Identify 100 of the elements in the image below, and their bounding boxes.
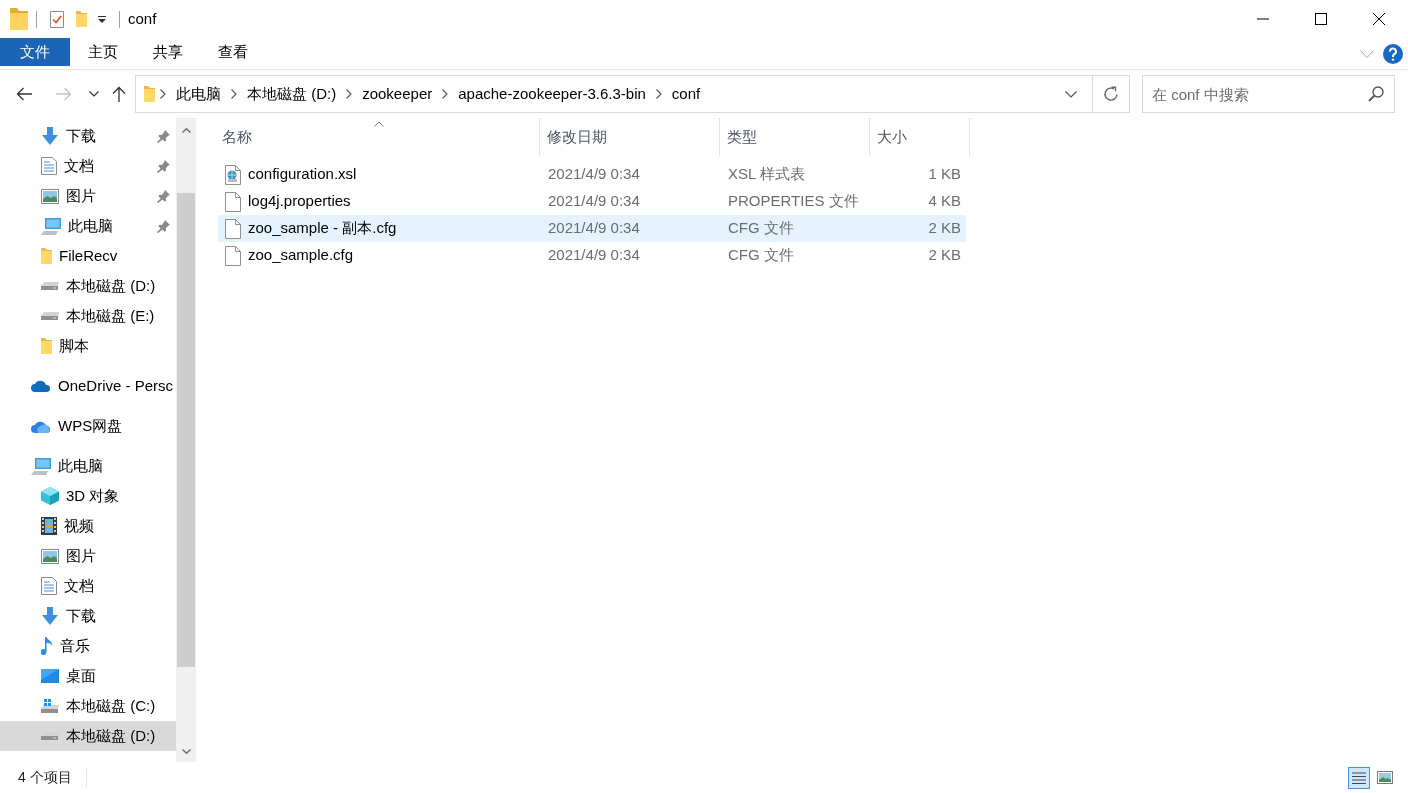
download-arrow-icon [41, 607, 59, 625]
file-type: CFG 文件 [727, 218, 795, 239]
address-bar[interactable]: 此电脑 本地磁盘 (D:) zookeeper apache-zookeeper-3.6.3-bin conf [135, 75, 1092, 113]
file-row[interactable]: configuration.xsl 2021/4/9 0:34 XSL 样式表 1 KB [218, 161, 966, 188]
breadcrumb-item[interactable]: apache-zookeeper-3.6.3-bin [453, 80, 651, 108]
nav-item[interactable]: 下载 [0, 601, 176, 631]
maximize-icon [1315, 13, 1327, 25]
nav-item[interactable]: WPS网盘 [0, 411, 176, 441]
breadcrumb-item[interactable]: conf [666, 80, 706, 108]
globe-document-icon [225, 164, 241, 185]
chevron-right-icon[interactable] [160, 89, 166, 99]
item-count: 4 个项目 [18, 768, 72, 787]
ribbon-tab[interactable]: 主页 [70, 38, 135, 66]
back-arrow-icon[interactable] [16, 87, 32, 101]
nav-item[interactable]: 桌面 [0, 661, 176, 691]
file-type: XSL 样式表 [727, 164, 806, 185]
picture-icon [41, 548, 59, 564]
chevron-down-icon[interactable] [1065, 90, 1077, 98]
file-icon [225, 191, 241, 212]
ribbon-tab[interactable]: 查看 [200, 38, 265, 66]
windows-drive-icon [41, 699, 59, 713]
large-icons-icon [1377, 771, 1393, 784]
file-menu-button[interactable]: 文件 [0, 38, 70, 66]
search-icon[interactable] [1368, 86, 1384, 102]
details-view-button[interactable] [1348, 766, 1370, 789]
download-arrow-icon [41, 127, 59, 145]
chevron-down-icon[interactable] [181, 748, 191, 754]
nav-item[interactable]: 本地磁盘 (D:) [0, 721, 176, 751]
nav-item[interactable]: 3D 对象 [0, 481, 176, 511]
file-row[interactable]: log4j.properties 2021/4/9 0:34 PROPERTIES 文件 4 KB [218, 188, 966, 215]
nav-item[interactable]: 文档 [0, 151, 176, 181]
scrollbar-thumb[interactable] [177, 193, 195, 667]
computer-icon [31, 457, 51, 475]
file-size: 4 KB [927, 191, 962, 212]
file-size: 2 KB [927, 218, 962, 239]
file-name: configuration.xsl [248, 164, 357, 185]
window-title: conf [128, 8, 157, 29]
checklist-icon[interactable] [50, 10, 64, 28]
nav-item[interactable]: 文档 [0, 571, 176, 601]
file-size: 1 KB [927, 164, 962, 185]
pin-icon[interactable] [157, 189, 170, 203]
file-name: zoo_sample.cfg [248, 245, 354, 266]
desktop-icon [41, 669, 59, 683]
cloud-icon [31, 380, 51, 392]
search-field[interactable]: 在 conf 中搜索 [1142, 75, 1395, 113]
file-icon [225, 245, 241, 266]
column-header[interactable]: 类型 [720, 118, 870, 156]
column-header[interactable]: 修改日期 [540, 118, 720, 156]
file-name: log4j.properties [248, 191, 351, 212]
file-name: zoo_sample - 副本.cfg [248, 218, 397, 239]
nav-item[interactable]: 音乐 [0, 631, 176, 661]
pin-icon[interactable] [157, 159, 170, 173]
nav-item[interactable]: 脚本 [0, 331, 176, 361]
drive-icon [41, 282, 59, 290]
breadcrumb-item[interactable]: zookeeper [357, 80, 438, 108]
chevron-right-icon[interactable] [442, 89, 449, 99]
pin-icon[interactable] [157, 219, 170, 233]
pin-icon[interactable] [157, 129, 170, 143]
details-view-icon [1352, 771, 1366, 784]
cloud-icon [31, 419, 51, 433]
dropdown-icon[interactable] [98, 15, 106, 23]
file-row[interactable]: zoo_sample - 副本.cfg 2021/4/9 0:34 CFG 文件 2 KB [218, 215, 966, 242]
nav-item[interactable]: FileRecv [0, 241, 176, 271]
drive-icon [41, 312, 59, 320]
help-icon[interactable] [1383, 43, 1403, 64]
up-arrow-icon[interactable] [112, 86, 126, 102]
chevron-down-icon[interactable] [89, 91, 99, 97]
breadcrumb-item[interactable]: 本地磁盘 (D:) [242, 80, 342, 108]
folder-icon [41, 248, 52, 264]
modified-date: 2021/4/9 0:34 [547, 218, 641, 239]
document-icon [41, 577, 57, 595]
cube-icon [41, 487, 59, 505]
nav-item[interactable]: 视频 [0, 511, 176, 541]
music-note-icon [41, 637, 53, 655]
nav-item[interactable]: 下载 [0, 121, 176, 151]
nav-item[interactable]: OneDrive - Persc [0, 371, 176, 401]
picture-icon [41, 188, 59, 204]
breadcrumb-item[interactable]: 此电脑 [171, 80, 226, 108]
file-type: PROPERTIES 文件 [727, 191, 860, 212]
modified-date: 2021/4/9 0:34 [547, 245, 641, 266]
nav-item[interactable]: 此电脑 [0, 211, 176, 241]
nav-item[interactable]: 本地磁盘 (E:) [0, 301, 176, 331]
minimize-icon [1257, 18, 1269, 20]
nav-item[interactable]: 图片 [0, 181, 176, 211]
folder-icon [41, 338, 52, 354]
nav-item[interactable]: 本地磁盘 (C:) [0, 691, 176, 721]
nav-item[interactable]: 图片 [0, 541, 176, 571]
chevron-up-icon[interactable] [181, 127, 191, 133]
chevron-right-icon[interactable] [346, 89, 353, 99]
column-header[interactable]: 名称 [218, 118, 540, 156]
refresh-button[interactable] [1092, 75, 1130, 113]
chevron-right-icon[interactable] [655, 89, 662, 99]
file-row[interactable]: zoo_sample.cfg 2021/4/9 0:34 CFG 文件 2 KB [218, 242, 966, 269]
nav-item[interactable]: 本地磁盘 (D:) [0, 271, 176, 301]
column-header[interactable]: 大小 [870, 118, 970, 156]
nav-item[interactable]: 此电脑 [0, 451, 176, 481]
ribbon-tab[interactable]: 共享 [135, 38, 200, 66]
computer-icon [41, 217, 61, 235]
chevron-right-icon[interactable] [231, 89, 237, 99]
modified-date: 2021/4/9 0:34 [547, 164, 641, 185]
